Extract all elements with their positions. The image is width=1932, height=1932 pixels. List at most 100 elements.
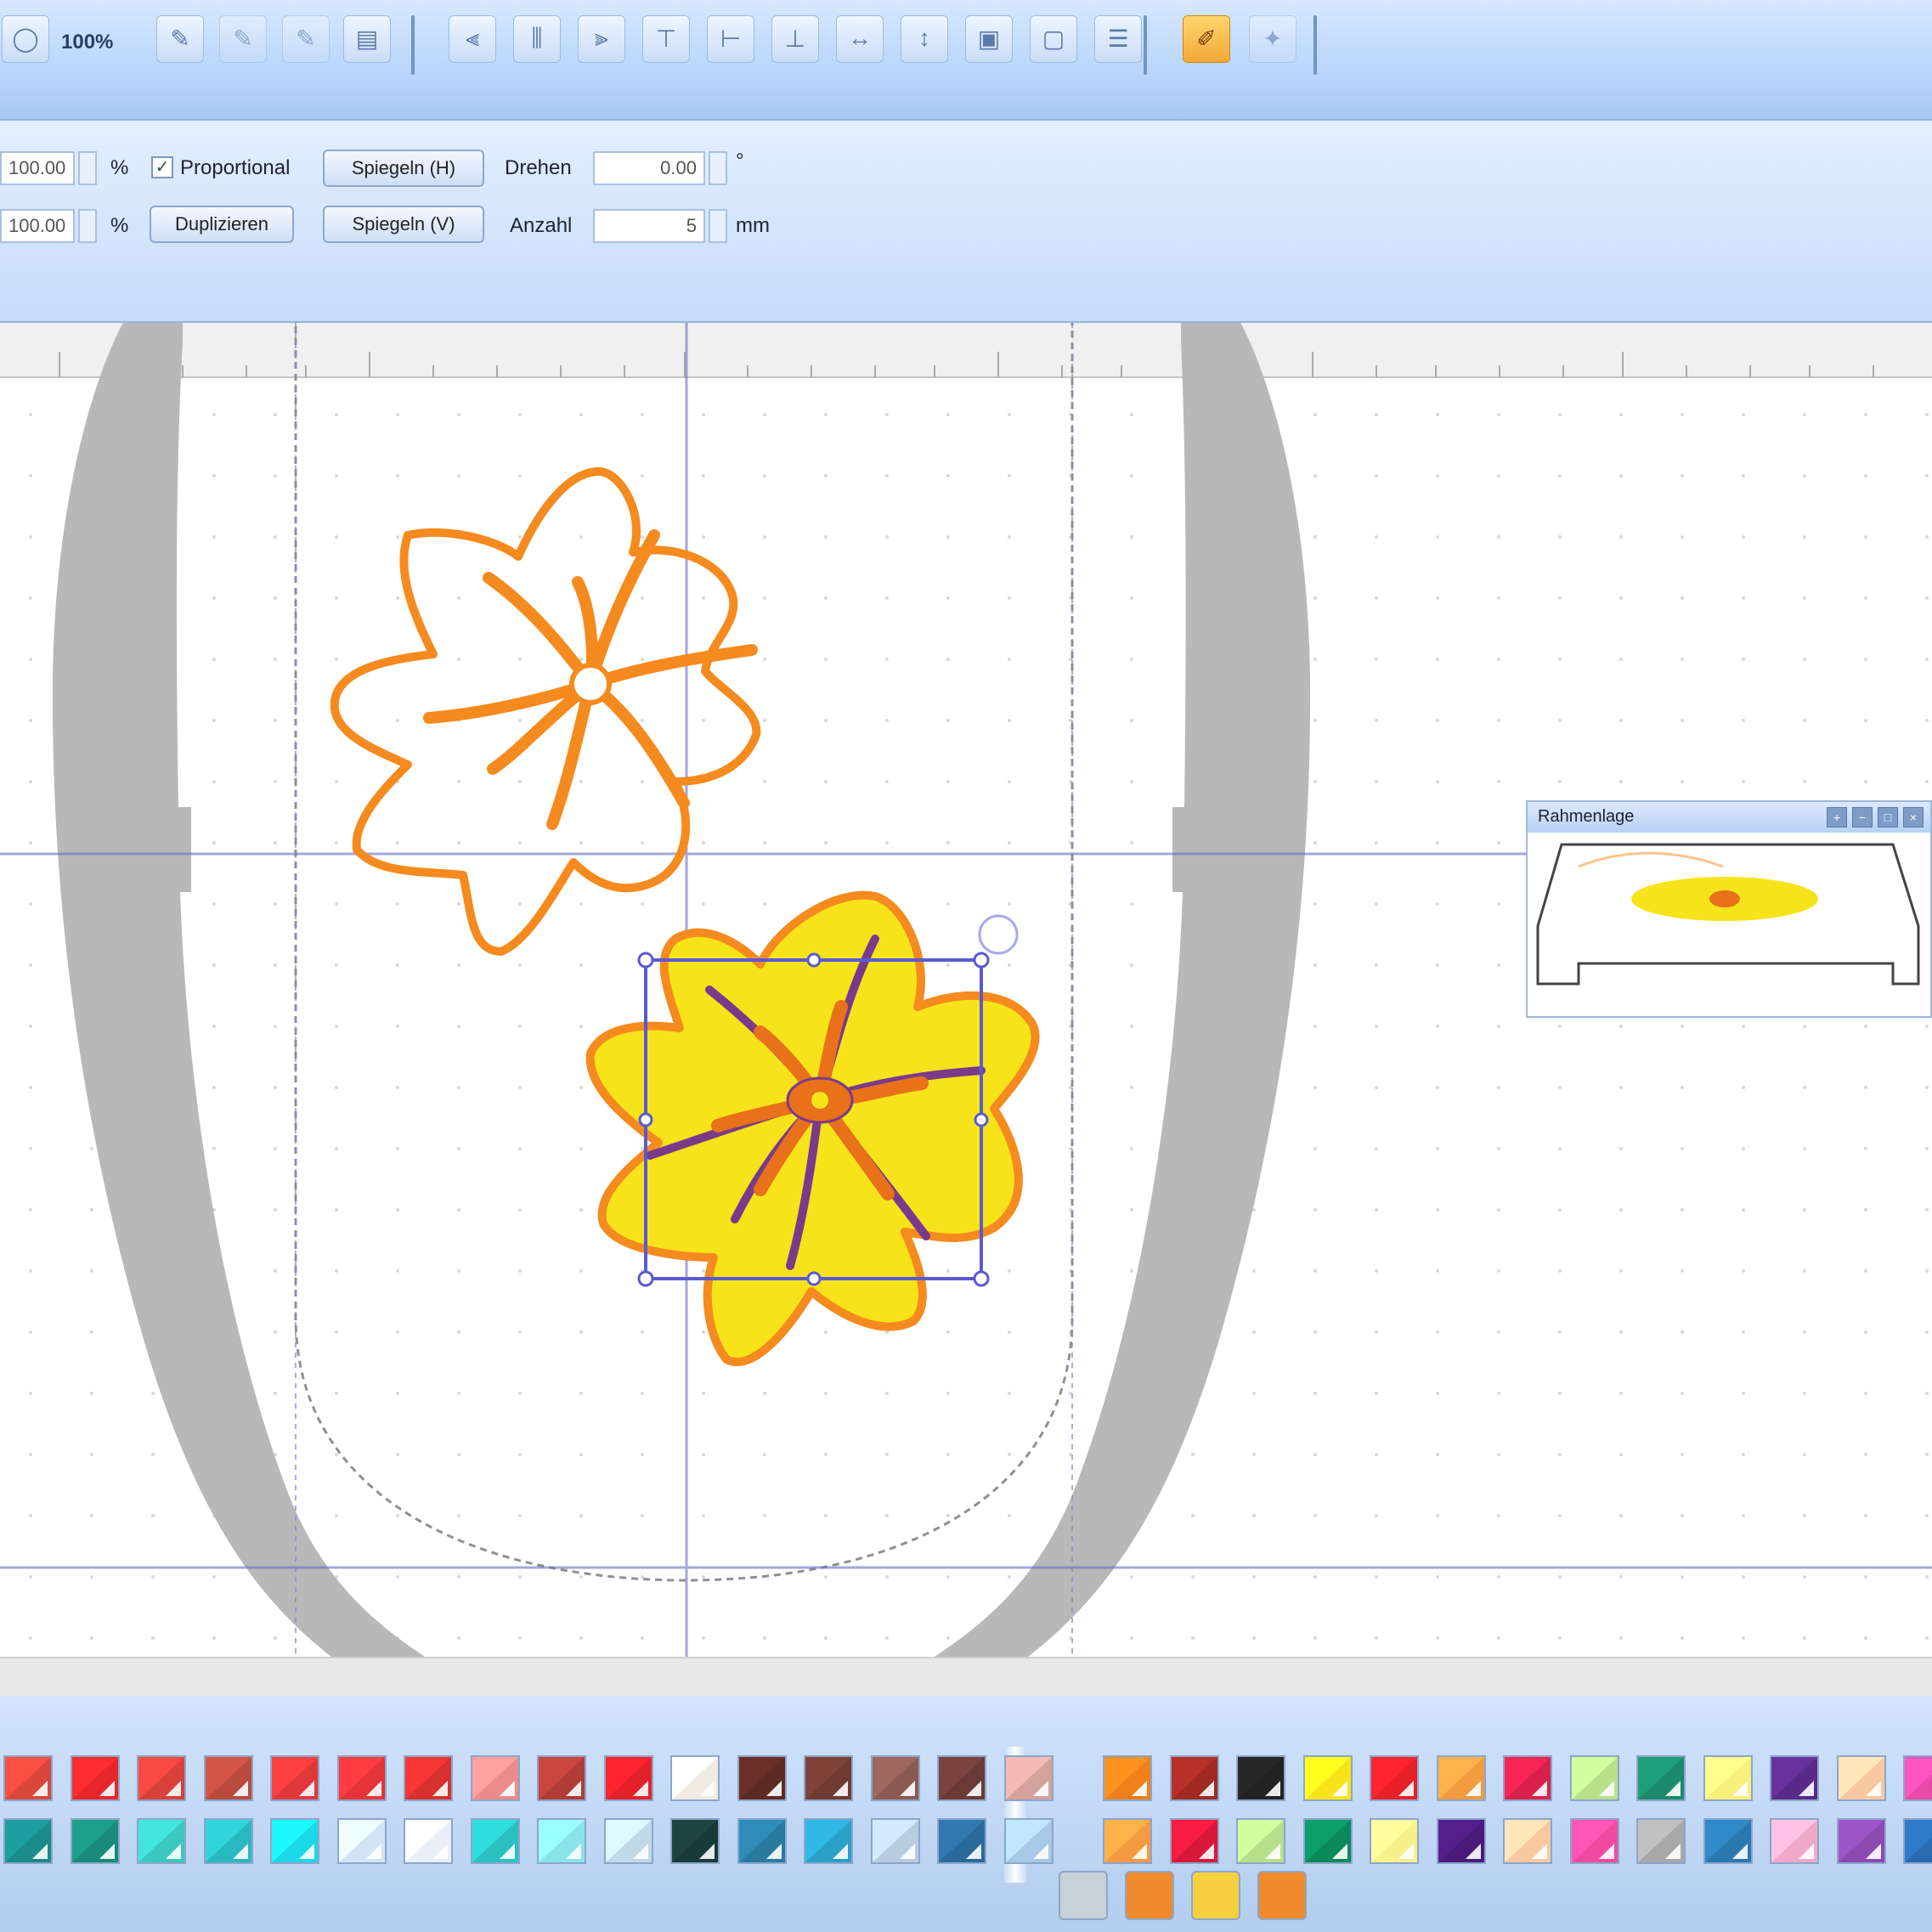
overview-fit-icon[interactable]: □ bbox=[1878, 807, 1898, 828]
count-field[interactable]: 5 bbox=[593, 209, 705, 243]
thread-color-row2-swatch-8[interactable] bbox=[471, 1818, 520, 1864]
mirror-vertical-button[interactable]: Spiegeln (V) bbox=[323, 206, 484, 243]
ungroup-icon[interactable]: ▢ bbox=[1030, 15, 1077, 63]
align-bottom-icon[interactable]: ⊥ bbox=[771, 15, 819, 63]
thread-color-row1-swatch-24[interactable] bbox=[1570, 1755, 1619, 1801]
circle-icon[interactable]: ◯ bbox=[2, 15, 49, 63]
pen-tool-icon[interactable]: ✎ bbox=[156, 15, 204, 63]
thread-color-row1-swatch-18[interactable] bbox=[1170, 1755, 1219, 1801]
pen-tool-remove-icon[interactable]: ✎ bbox=[282, 15, 330, 63]
thread-color-row1-swatch-17[interactable] bbox=[1103, 1755, 1152, 1801]
overview-zoom-in-icon[interactable]: + bbox=[1827, 807, 1847, 828]
thread-color-row1-swatch-9[interactable] bbox=[537, 1755, 586, 1801]
palette-tool-1[interactable] bbox=[1059, 1871, 1108, 1920]
thread-color-row2-swatch-3[interactable] bbox=[137, 1818, 186, 1864]
thread-color-row2-swatch-9[interactable] bbox=[537, 1818, 586, 1864]
thread-color-row1-swatch-7[interactable] bbox=[404, 1755, 453, 1801]
thread-color-row1-swatch-15[interactable] bbox=[937, 1755, 986, 1801]
palette-tool-2[interactable] bbox=[1125, 1871, 1174, 1920]
thread-color-row1-swatch-5[interactable] bbox=[270, 1755, 319, 1801]
thread-color-row2-swatch-20[interactable] bbox=[1303, 1818, 1353, 1864]
thread-color-row2-swatch-4[interactable] bbox=[204, 1818, 253, 1864]
group-icon[interactable]: ▣ bbox=[965, 15, 1013, 63]
thread-color-row1-swatch-16[interactable] bbox=[1004, 1755, 1054, 1801]
align-right-icon[interactable]: ⫸ bbox=[578, 15, 625, 63]
thread-color-row1-swatch-27[interactable] bbox=[1770, 1755, 1819, 1801]
align-left-icon[interactable]: ⫷ bbox=[449, 15, 496, 63]
thread-color-row2-swatch-5[interactable] bbox=[270, 1818, 319, 1864]
distribute-horizontal-icon[interactable]: ↔ bbox=[836, 15, 884, 63]
thread-color-row1-swatch-20[interactable] bbox=[1303, 1755, 1353, 1801]
thread-color-row2-swatch-22[interactable] bbox=[1437, 1818, 1486, 1864]
thread-color-row2-swatch-2[interactable] bbox=[71, 1818, 120, 1864]
magic-wand-icon[interactable]: ✦ bbox=[1249, 15, 1296, 63]
align-top-icon[interactable]: ⊤ bbox=[642, 15, 690, 63]
align-middle-icon[interactable]: ⊢ bbox=[707, 15, 754, 63]
thread-color-row1-swatch-23[interactable] bbox=[1503, 1755, 1552, 1801]
count-spinner[interactable] bbox=[709, 209, 727, 243]
text-frame-icon[interactable]: ▤ bbox=[343, 15, 391, 63]
thread-color-row1-swatch-1[interactable] bbox=[3, 1755, 53, 1801]
arrange-icon[interactable]: ☰ bbox=[1094, 15, 1142, 63]
thread-color-row2-swatch-11[interactable] bbox=[670, 1818, 720, 1864]
thread-color-row2-swatch-15[interactable] bbox=[937, 1818, 986, 1864]
thread-color-row2-swatch-26[interactable] bbox=[1703, 1818, 1753, 1864]
thread-color-row1-swatch-3[interactable] bbox=[137, 1755, 186, 1801]
thread-color-row2-swatch-18[interactable] bbox=[1170, 1818, 1219, 1864]
thread-color-row2-swatch-10[interactable] bbox=[604, 1818, 653, 1864]
proportional-checkbox[interactable]: ✓ bbox=[151, 156, 173, 178]
frame-overview-panel[interactable]: Rahmenlage + − □ × bbox=[1526, 800, 1932, 1018]
design-canvas[interactable]: Rahmenlage + − □ × bbox=[0, 323, 1932, 1657]
pen-tool-add-icon[interactable]: ✎ bbox=[219, 15, 267, 63]
width-percent-field[interactable]: 100.00 bbox=[0, 151, 75, 185]
thread-color-row1-swatch-13[interactable] bbox=[804, 1755, 853, 1801]
thread-color-row2-swatch-6[interactable] bbox=[337, 1818, 387, 1864]
horizontal-scrollbar[interactable] bbox=[0, 1657, 1932, 1698]
thread-color-row2-swatch-19[interactable] bbox=[1236, 1818, 1285, 1864]
palette-tool-3[interactable] bbox=[1191, 1871, 1240, 1920]
rotate-field[interactable]: 0.00 bbox=[593, 151, 705, 185]
thread-color-row1-swatch-19[interactable] bbox=[1236, 1755, 1285, 1801]
thread-color-row1-swatch-29[interactable] bbox=[1903, 1755, 1932, 1801]
palette-tool-4[interactable] bbox=[1257, 1871, 1307, 1920]
color-picker-icon[interactable]: ✐ bbox=[1183, 15, 1230, 63]
thread-color-row1-swatch-6[interactable] bbox=[337, 1755, 387, 1801]
height-spinner[interactable] bbox=[78, 209, 97, 243]
thread-color-row2-swatch-12[interactable] bbox=[737, 1818, 787, 1864]
thread-color-row2-swatch-13[interactable] bbox=[804, 1818, 853, 1864]
overview-zoom-out-icon[interactable]: − bbox=[1852, 807, 1873, 828]
thread-color-row2-swatch-24[interactable] bbox=[1570, 1818, 1619, 1864]
thread-color-row1-swatch-8[interactable] bbox=[471, 1755, 520, 1801]
thread-color-row2-swatch-25[interactable] bbox=[1636, 1818, 1686, 1864]
height-percent-field[interactable]: 100.00 bbox=[0, 209, 75, 243]
thread-color-row2-swatch-7[interactable] bbox=[404, 1818, 453, 1864]
thread-color-row1-swatch-21[interactable] bbox=[1370, 1755, 1419, 1801]
thread-color-row1-swatch-28[interactable] bbox=[1837, 1755, 1886, 1801]
thread-color-row1-swatch-11[interactable] bbox=[670, 1755, 720, 1801]
rotate-spinner[interactable] bbox=[709, 151, 727, 185]
width-spinner[interactable] bbox=[78, 151, 97, 185]
thread-color-row2-swatch-1[interactable] bbox=[3, 1818, 53, 1864]
thread-color-row1-swatch-12[interactable] bbox=[737, 1755, 787, 1801]
distribute-vertical-icon[interactable]: ↕ bbox=[901, 15, 948, 63]
thread-color-row1-swatch-2[interactable] bbox=[71, 1755, 120, 1801]
zoom-level[interactable]: 100% bbox=[61, 31, 113, 54]
thread-color-row2-swatch-17[interactable] bbox=[1103, 1818, 1152, 1864]
thread-color-row1-swatch-26[interactable] bbox=[1703, 1755, 1753, 1801]
thread-color-row1-swatch-4[interactable] bbox=[204, 1755, 253, 1801]
thread-color-row2-swatch-27[interactable] bbox=[1770, 1818, 1819, 1864]
thread-color-row2-swatch-21[interactable] bbox=[1370, 1818, 1419, 1864]
duplicate-button[interactable]: Duplizieren bbox=[150, 206, 294, 243]
thread-color-row2-swatch-28[interactable] bbox=[1837, 1818, 1886, 1864]
thread-color-row2-swatch-29[interactable] bbox=[1903, 1818, 1932, 1864]
mirror-horizontal-button[interactable]: Spiegeln (H) bbox=[323, 150, 484, 187]
thread-color-row1-swatch-14[interactable] bbox=[871, 1755, 920, 1801]
thread-color-row1-swatch-25[interactable] bbox=[1636, 1755, 1686, 1801]
thread-color-row1-swatch-10[interactable] bbox=[604, 1755, 653, 1801]
thread-color-row2-swatch-14[interactable] bbox=[871, 1818, 920, 1864]
thread-color-row2-swatch-23[interactable] bbox=[1503, 1818, 1552, 1864]
align-center-icon[interactable]: ⫼ bbox=[513, 15, 561, 63]
overview-close-icon[interactable]: × bbox=[1903, 807, 1924, 828]
thread-color-row2-swatch-16[interactable] bbox=[1004, 1818, 1054, 1864]
thread-color-row1-swatch-22[interactable] bbox=[1437, 1755, 1486, 1801]
